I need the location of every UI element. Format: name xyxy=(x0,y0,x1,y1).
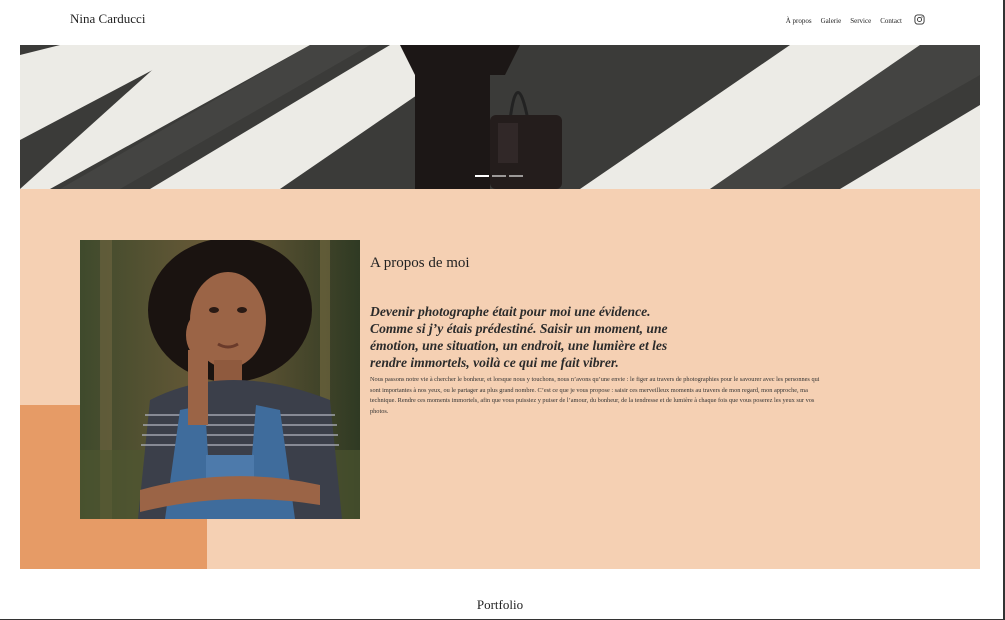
carousel-indicators xyxy=(475,175,523,177)
instagram-link[interactable] xyxy=(911,14,925,27)
site-header: Nina Carducci À propos Galerie Service C… xyxy=(0,0,1005,45)
about-body-text: Nous passons notre vie à chercher le bon… xyxy=(370,376,820,415)
carousel-indicator-1[interactable] xyxy=(475,175,489,177)
carousel-indicator-3[interactable] xyxy=(509,175,523,177)
nav-link-contact[interactable]: Contact xyxy=(880,17,902,25)
portfolio-title: Portfolio xyxy=(476,597,524,612)
hero-carousel[interactable] xyxy=(20,45,980,189)
portrait-photo xyxy=(80,240,360,519)
nav-link-a-propos[interactable]: À propos xyxy=(786,17,812,25)
instagram-icon xyxy=(914,14,925,25)
nav-link-service[interactable]: Service xyxy=(850,17,871,25)
nav-link-galerie[interactable]: Galerie xyxy=(821,17,842,25)
carousel-indicator-2[interactable] xyxy=(492,175,506,177)
portrait-image xyxy=(80,240,360,519)
about-lead-quote: Devenir photographe était pour moi une é… xyxy=(370,304,668,370)
about-section: A propos de moi Devenir photographe étai… xyxy=(20,189,980,569)
main-nav: À propos Galerie Service Contact xyxy=(786,14,925,27)
carousel-slide-image xyxy=(20,45,980,189)
brand-logo-link[interactable]: Nina Carducci xyxy=(70,11,145,27)
about-title: A propos de moi xyxy=(370,255,470,271)
